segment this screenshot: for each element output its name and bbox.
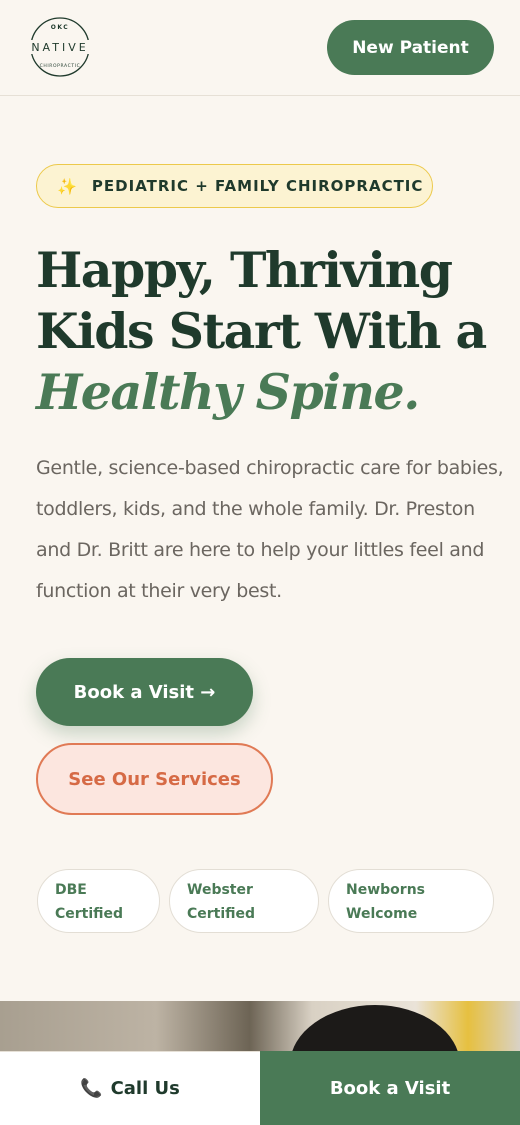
logo-name: NATIVE <box>31 41 88 54</box>
trust-pill-webster: Webster Certified <box>169 869 319 933</box>
pill-line-2: Certified <box>55 906 124 922</box>
new-patient-button[interactable]: New Patient <box>327 20 494 75</box>
logo-top-text: OKC <box>51 24 69 31</box>
pill-line-1: DBE <box>55 882 87 898</box>
call-us-label: Call Us <box>110 1078 180 1099</box>
pill-line-1: Webster <box>187 882 253 898</box>
badge-text: PEDIATRIC + FAMILY CHIROPRACTIC <box>91 177 424 195</box>
specialty-badge: ✨ PEDIATRIC + FAMILY CHIROPRACTIC <box>36 164 433 208</box>
trust-pill-newborns: Newborns Welcome <box>328 869 494 933</box>
pill-line-2: Welcome <box>346 906 418 922</box>
logo-mark: OKC NATIVE CHIROPRACTIC <box>26 17 94 77</box>
photo-subject <box>290 1005 460 1051</box>
site-header: OKC NATIVE CHIROPRACTIC New Patient <box>0 0 520 96</box>
book-visit-bottom-button[interactable]: Book a Visit <box>260 1051 520 1125</box>
native-logo[interactable]: OKC NATIVE CHIROPRACTIC <box>24 15 96 79</box>
headline-line-2: Kids Start With a <box>36 302 487 360</box>
hero-lead-paragraph: Gentle, science-based chiropractic care … <box>36 457 504 602</box>
phone-icon: 📞 <box>80 1078 103 1099</box>
call-us-button[interactable]: 📞 Call Us <box>0 1051 260 1125</box>
pill-line-1: Newborns <box>346 882 425 898</box>
see-services-button[interactable]: See Our Services <box>36 743 273 815</box>
trust-pill-dbe: DBE Certified <box>37 869 160 933</box>
logo-bottom-text: CHIROPRACTIC <box>40 63 81 69</box>
headline-accent: Healthy Spine. <box>36 363 420 421</box>
sparkle-icon: ✨ <box>57 176 78 196</box>
hero-photo <box>0 1001 520 1051</box>
headline-line-1: Happy, Thriving <box>36 241 453 299</box>
hero-headline: Happy, Thriving Kids Start With a Health… <box>36 240 506 423</box>
book-visit-button[interactable]: Book a Visit → <box>36 658 253 726</box>
sticky-bottom-bar: 📞 Call Us Book a Visit <box>0 1051 520 1125</box>
pill-line-2: Certified <box>187 906 256 922</box>
